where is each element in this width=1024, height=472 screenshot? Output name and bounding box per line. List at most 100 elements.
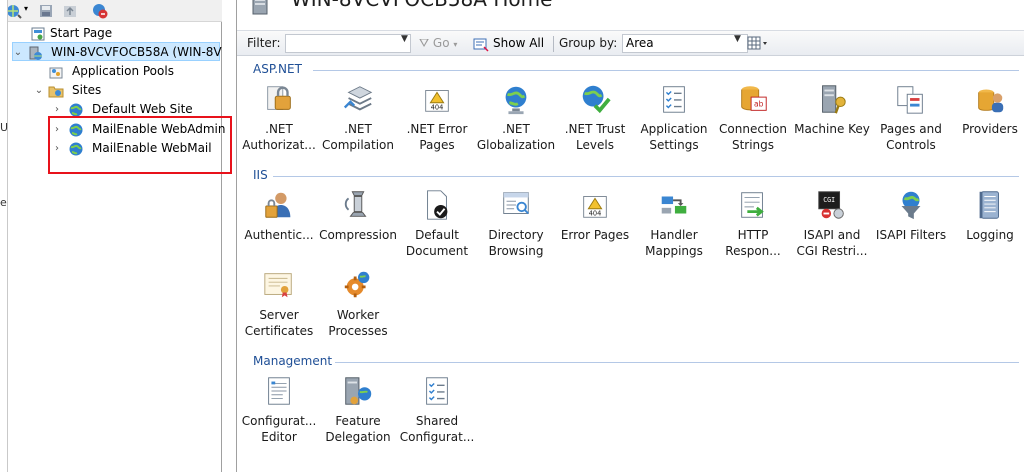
feature-tile[interactable]: Default Document xyxy=(397,188,477,259)
feature-tile[interactable]: .NET Trust Levels xyxy=(555,82,635,153)
feature-label: .NET xyxy=(265,122,293,136)
feature-tile[interactable]: Logging xyxy=(950,188,1024,243)
feature-label-line2: Configurat... xyxy=(399,430,475,444)
left-edge-strip: U e xyxy=(0,0,8,472)
feature-label: Default xyxy=(415,228,459,242)
database-icon: ab xyxy=(741,86,767,111)
filter-dropdown-icon[interactable]: ▼ xyxy=(401,34,408,44)
feature-tile[interactable]: ab Connection Strings xyxy=(713,82,793,153)
feature-tile[interactable]: Directory Browsing xyxy=(476,188,556,259)
feature-label: Logging xyxy=(966,228,1014,242)
feature-tile[interactable]: Shared Configurat... xyxy=(397,374,477,445)
feature-label-line2: Compilation xyxy=(321,138,395,152)
connect-dropdown-icon[interactable]: ▾ xyxy=(24,4,28,13)
feature-tile[interactable]: Server Certificates xyxy=(239,268,319,339)
checklist-icon xyxy=(663,86,685,113)
collapse-chevron-icon[interactable]: ⌄ xyxy=(34,81,44,100)
feature-label-line2: Delegation xyxy=(325,430,391,444)
feature-tile[interactable]: .NET Compilation xyxy=(318,82,398,153)
feature-tile[interactable]: CGI ISAPI and CGI Restri... xyxy=(792,188,872,259)
feature-tile[interactable]: .NET Globalization xyxy=(476,82,556,153)
feature-label-line2: Document xyxy=(405,244,469,258)
cgi-icon: CGI xyxy=(818,191,844,219)
shared-config-icon xyxy=(426,377,448,405)
worker-gear-icon xyxy=(344,271,370,298)
sites-folder-icon xyxy=(48,86,64,98)
feature-tile[interactable]: Configurat... Editor xyxy=(239,374,319,445)
show-all-label: Show All xyxy=(493,36,545,50)
save-icon[interactable] xyxy=(38,3,54,19)
handler-icon xyxy=(661,196,687,214)
connect-globe-icon[interactable] xyxy=(6,3,22,19)
log-book-icon xyxy=(979,191,999,219)
feature-label: ISAPI Filters xyxy=(875,228,947,242)
feature-label: Providers xyxy=(962,122,1018,136)
feature-tile[interactable]: 404 Error Pages xyxy=(555,188,635,243)
feature-label-line2: Processes xyxy=(328,324,388,338)
features-pane: WIN-8VCVFOCB58A Home Filter: ▼ ⛛ Go ▾ Sh… xyxy=(236,0,1024,472)
feature-label-line2: Mappings xyxy=(645,244,703,258)
group-by-dropdown-icon[interactable]: ▼ xyxy=(734,34,741,44)
group-by-select[interactable]: Area xyxy=(622,34,748,53)
collapse-chevron-icon[interactable]: ⌄ xyxy=(13,43,23,62)
view-mode-icon[interactable] xyxy=(747,35,769,51)
feature-label: .NET Trust xyxy=(564,122,626,136)
config-editor-icon xyxy=(268,377,290,405)
feature-label-line2: Levels xyxy=(576,138,614,152)
feature-label: .NET xyxy=(502,122,530,136)
application-pools-icon xyxy=(49,67,63,79)
feature-tile[interactable]: ISAPI Filters xyxy=(871,188,951,243)
feature-tile[interactable]: 404 .NET Error Pages xyxy=(397,82,477,153)
go-button[interactable]: ⛛ Go ▾ xyxy=(419,36,457,51)
feature-tile[interactable]: Compression xyxy=(318,188,398,243)
feature-label-line2: Browsing xyxy=(488,244,544,258)
feature-label: Machine Key xyxy=(794,122,870,136)
feature-label-line2: Editor xyxy=(261,430,297,444)
feature-label: Authentic... xyxy=(244,228,314,242)
feature-label: .NET Error xyxy=(406,122,468,136)
feature-tile[interactable]: Handler Mappings xyxy=(634,188,714,259)
feature-label: Feature xyxy=(335,414,381,428)
certificate-icon xyxy=(264,273,292,298)
page-title: WIN-8VCVFOCB58A Home xyxy=(291,0,552,11)
tree-item-server[interactable]: ⌄ WIN-8VCVFOCB58A (WIN-8V xyxy=(12,42,222,62)
feature-tile[interactable]: Worker Processes xyxy=(318,268,398,339)
feature-label: Server xyxy=(259,308,299,322)
feature-tile[interactable]: Pages and Controls xyxy=(871,82,951,153)
feature-label-line2: CGI Restri... xyxy=(796,244,868,258)
tree-item-application-pools[interactable]: Application Pools xyxy=(34,62,220,81)
connections-toolbar: ▾ xyxy=(0,0,222,22)
feature-label: Error Pages xyxy=(560,228,630,242)
lock-key-icon xyxy=(267,86,291,110)
compression-icon xyxy=(344,191,367,217)
svg-text:404: 404 xyxy=(589,209,602,217)
feature-tile[interactable]: Providers xyxy=(950,82,1024,137)
folder-search-icon xyxy=(503,192,529,215)
feature-tile[interactable]: Feature Delegation xyxy=(318,374,398,445)
tree-item-sites[interactable]: ⌄ Sites xyxy=(34,81,220,100)
group-divider xyxy=(335,362,1019,363)
feature-label-line2: Strings xyxy=(731,138,775,152)
up-level-icon[interactable] xyxy=(62,3,78,19)
feature-label: Application xyxy=(640,122,708,136)
feature-tile[interactable]: .NET Authorizat... xyxy=(239,82,319,153)
globe-icon xyxy=(505,86,527,115)
filter-input[interactable] xyxy=(285,34,411,53)
feature-label-line2: Controls xyxy=(886,138,936,152)
filter-bar: Filter: ▼ ⛛ Go ▾ Show All Group by: Area… xyxy=(237,30,1024,56)
feature-label: Configurat... xyxy=(241,414,317,428)
show-all-icon xyxy=(473,38,489,52)
feature-tile[interactable]: HTTP Respon... xyxy=(713,188,793,259)
svg-text:ab: ab xyxy=(754,100,764,109)
compilation-icon xyxy=(343,86,373,111)
tree-item-start-page[interactable]: Start Page xyxy=(14,24,214,43)
feature-tile[interactable]: Authentic... xyxy=(239,188,319,243)
group-divider xyxy=(313,70,1019,71)
providers-icon xyxy=(978,89,1004,113)
disconnect-icon[interactable] xyxy=(92,3,108,19)
server-icon xyxy=(29,46,42,60)
feature-label-line2: Authorizat... xyxy=(242,138,316,152)
feature-tile[interactable]: Application Settings xyxy=(634,82,714,153)
feature-tile[interactable]: Machine Key xyxy=(792,82,872,137)
tree-label-application-pools: Application Pools xyxy=(72,64,174,78)
